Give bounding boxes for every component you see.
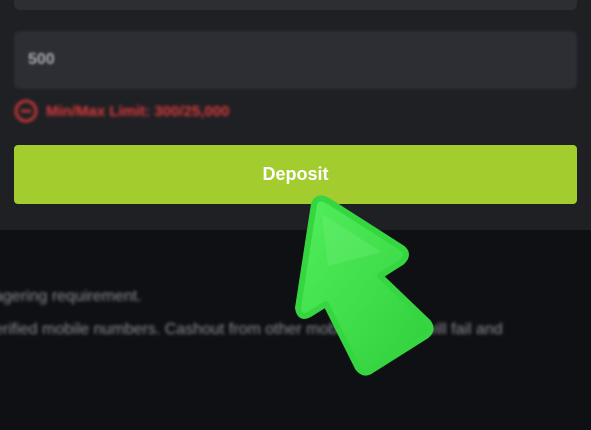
deposit-page: Min/Max Limit: 300/25,000 Deposit agerin… (0, 0, 591, 430)
limit-text: Min/Max Limit: 300/25,000 (46, 102, 230, 120)
previous-field[interactable] (14, 0, 577, 10)
amount-input[interactable] (14, 31, 577, 89)
info-line-1: agering requirement. (0, 288, 142, 305)
alert-circle-icon (14, 99, 38, 123)
arrow-pointer-icon (295, 195, 434, 376)
limit-warning: Min/Max Limit: 300/25,000 (14, 97, 229, 125)
